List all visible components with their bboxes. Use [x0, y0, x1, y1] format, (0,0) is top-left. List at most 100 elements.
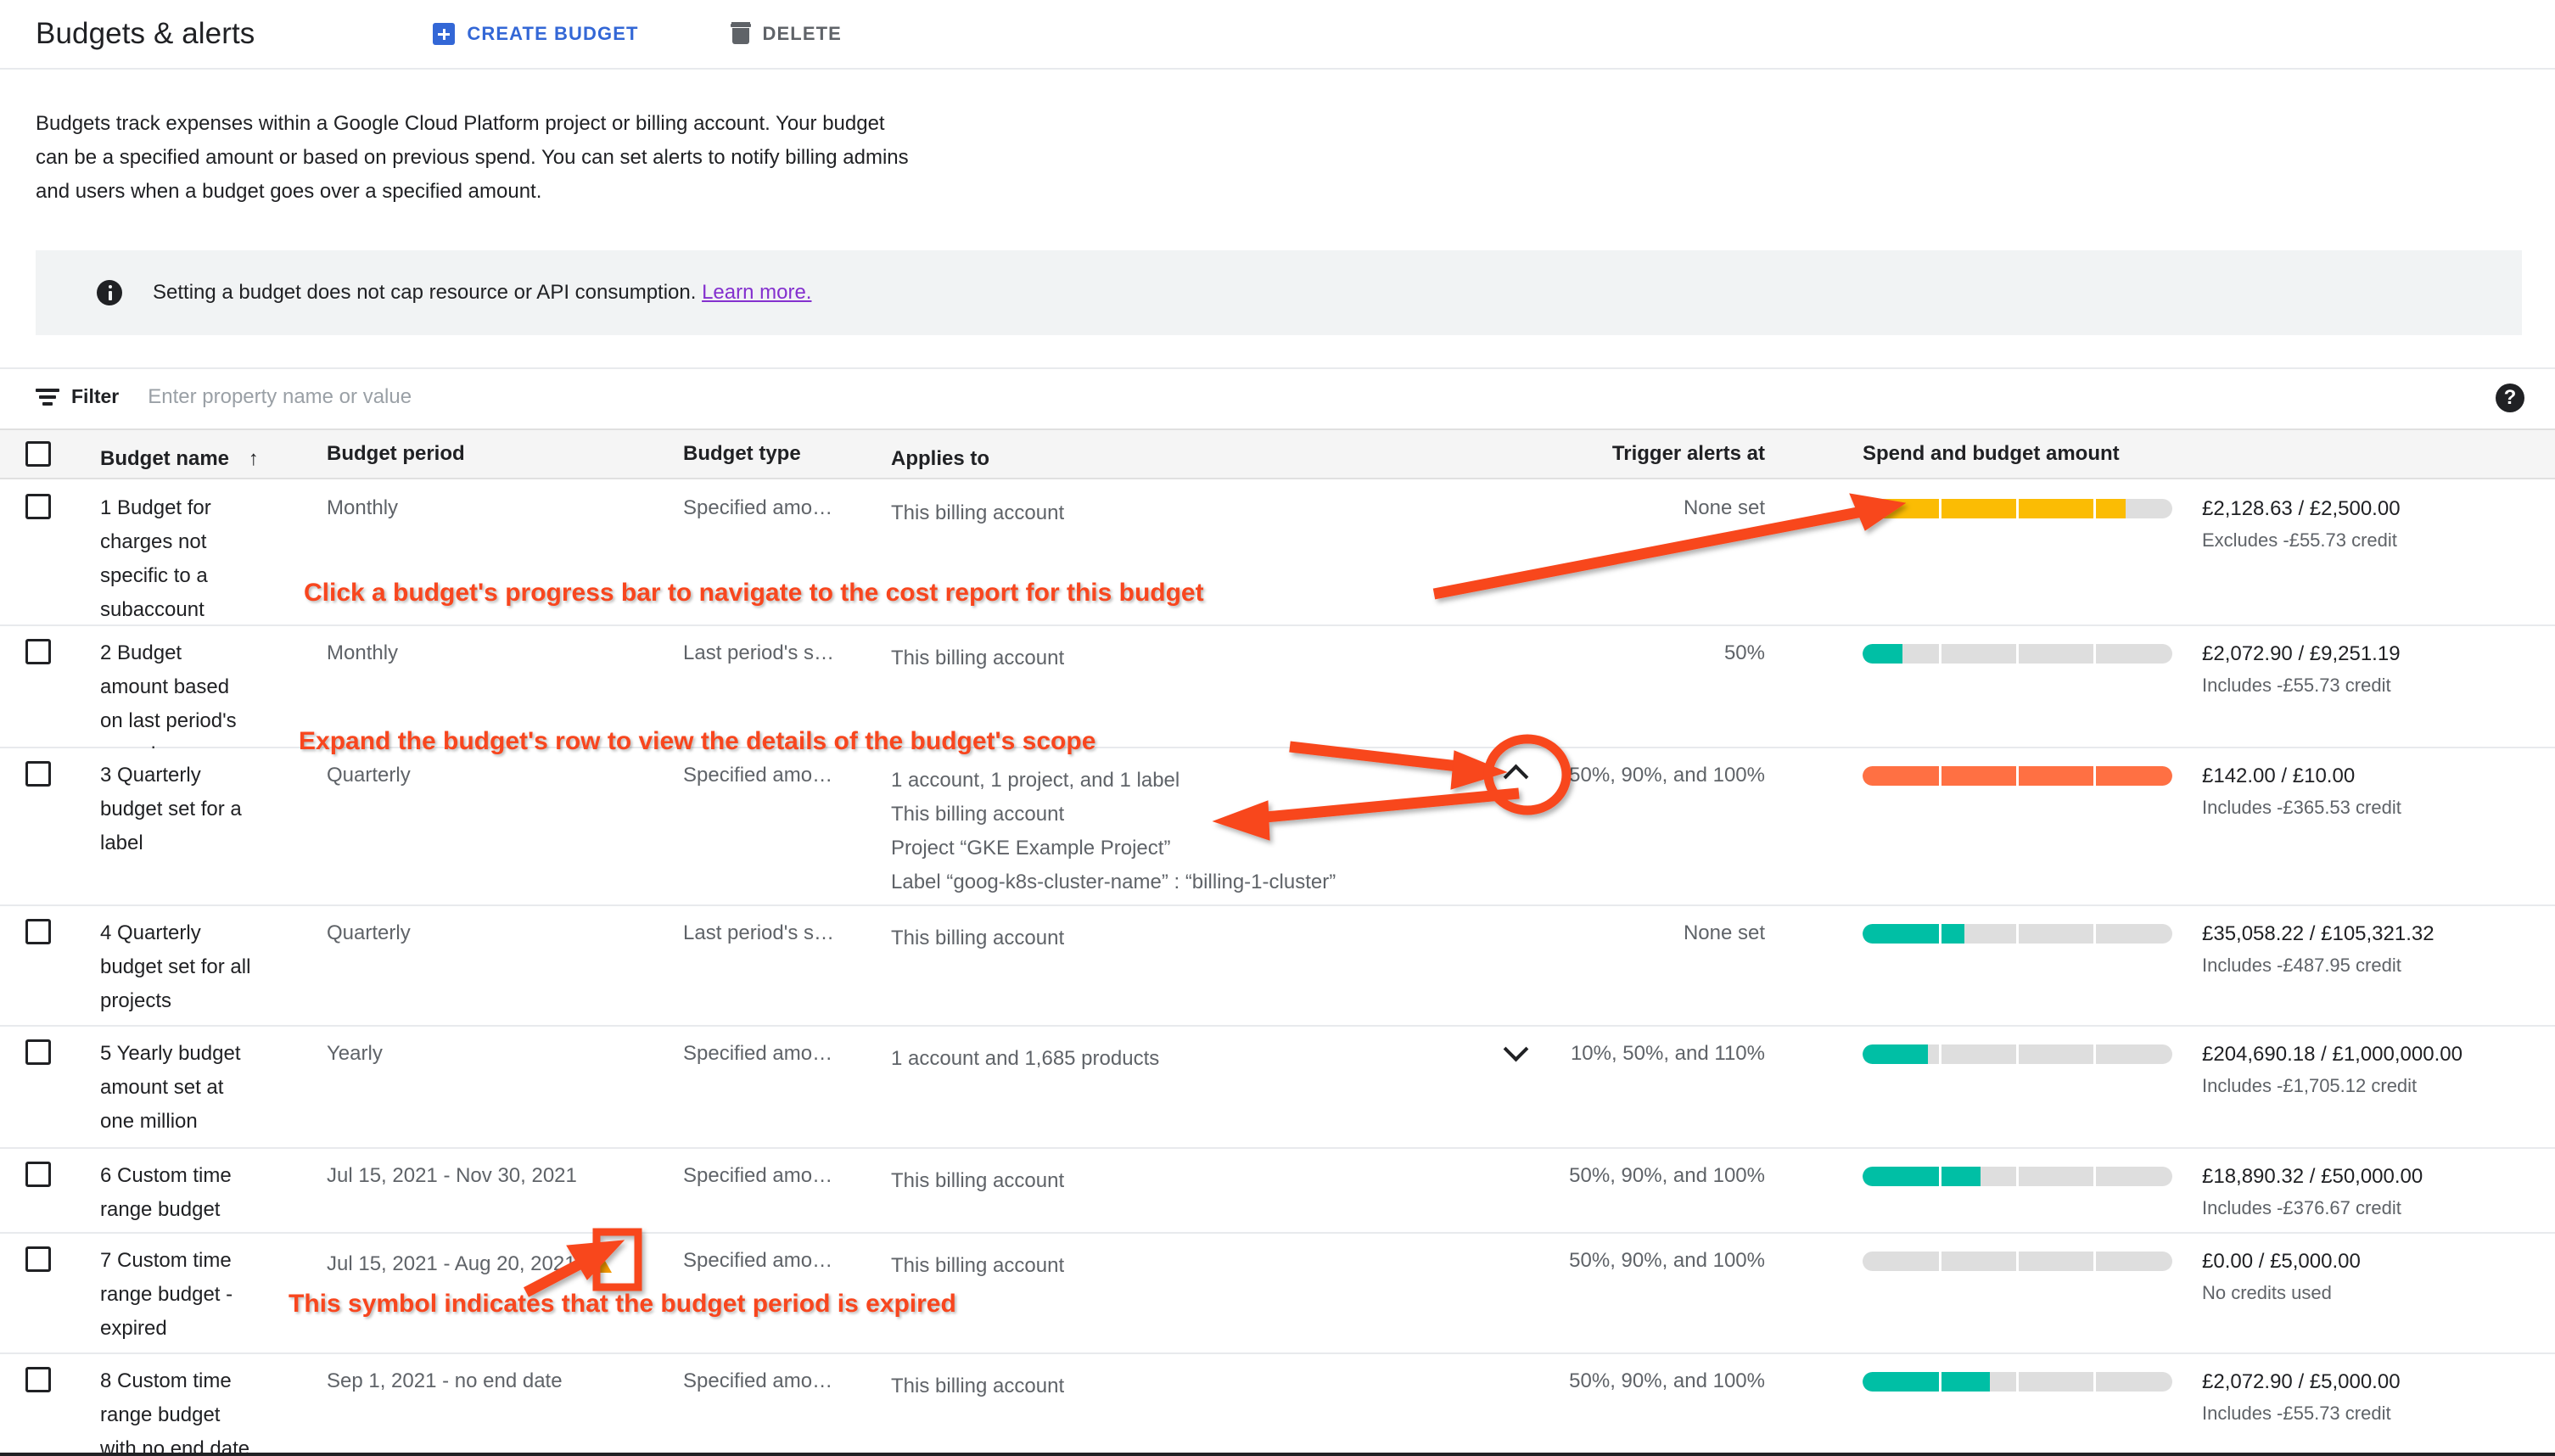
progress-bar-tick	[2093, 1252, 2097, 1271]
spend-progress-bar[interactable]	[1863, 766, 2172, 786]
amount-value: £2,128.63 / £2,500.00	[2202, 497, 2401, 520]
spend-progress-bar[interactable]	[1863, 644, 2172, 664]
column-header-applies-to[interactable]: Applies to	[891, 442, 1434, 476]
budget-period: Quarterly	[327, 921, 649, 945]
column-header-budget-name[interactable]: Budget name ↑	[100, 442, 321, 476]
table-row[interactable]: 3 Quarterly budget set for a label Quarte…	[0, 748, 2555, 906]
row-checkbox-cell	[25, 639, 51, 664]
progress-bar-cell	[1863, 1167, 2172, 1186]
trigger-alerts-at: None set	[1683, 496, 1765, 519]
spend-progress-bar[interactable]	[1863, 499, 2172, 518]
budget-name[interactable]: 8 Custom time range budget with no end d…	[100, 1364, 251, 1456]
applies-to-line: 1 account and 1,685 products	[891, 1047, 1160, 1070]
header-actions: CREATE BUDGET DELETE	[421, 18, 854, 50]
budgets-and-alerts-page: Budgets & alerts CREATE BUDGET DELETE Bu…	[0, 0, 2555, 1456]
applies-to-line: Project “GKE Example Project”	[891, 837, 1171, 860]
spend-and-budget-amount: £2,072.90 / £5,000.00 Includes -£55.73 cr…	[2202, 1366, 2541, 1429]
info-banner-text: Setting a budget does not cap resource o…	[153, 281, 811, 305]
budget-period: Monthly	[327, 496, 649, 520]
budget-period-label: Jul 15, 2021 - Nov 30, 2021	[327, 1164, 577, 1187]
applies-to-line: This billing account	[891, 647, 1065, 669]
amount-value: £2,072.90 / £5,000.00	[2202, 1370, 2401, 1393]
applies-to-line: 1 account, 1 project, and 1 label	[891, 769, 1180, 792]
applies-to-line: This billing account	[891, 1254, 1065, 1277]
table-row[interactable]: 8 Custom time range budget with no end d…	[0, 1354, 2555, 1456]
progress-bar-tick	[2093, 1167, 2097, 1186]
row-checkbox[interactable]	[25, 1246, 51, 1272]
progress-bar-tick	[1938, 1044, 1941, 1064]
applies-to: This billing account	[891, 641, 1434, 675]
budget-name[interactable]: 4 Quarterly budget set for all projects	[100, 916, 251, 1018]
applies-to: This billing account	[891, 921, 1434, 955]
filter-input[interactable]	[146, 384, 1504, 410]
budget-name[interactable]: 6 Custom time range budget	[100, 1159, 251, 1227]
applies-to-line: This billing account	[891, 927, 1065, 949]
amount-value: £142.00 / £10.00	[2202, 764, 2356, 787]
row-checkbox-cell	[25, 1162, 51, 1187]
table-row[interactable]: 1 Budget for charges not specific to a s…	[0, 481, 2555, 626]
progress-bar-cell	[1863, 644, 2172, 664]
row-checkbox-cell	[25, 1367, 51, 1392]
table-row[interactable]: 6 Custom time range budget Jul 15, 2021 -…	[0, 1149, 2555, 1234]
row-checkbox[interactable]	[25, 761, 51, 787]
progress-bar-tick	[2093, 1372, 2097, 1392]
progress-bar-tick	[2016, 766, 2019, 786]
filter-icon[interactable]	[36, 388, 59, 406]
column-header-budget-type[interactable]: Budget type	[683, 442, 878, 466]
budget-period-label: Monthly	[327, 496, 399, 519]
budget-period: Quarterly	[327, 764, 649, 787]
progress-bar-tick	[1938, 1167, 1941, 1186]
column-header-budget-name-label: Budget name	[100, 447, 230, 470]
spend-and-budget-amount: £204,690.18 / £1,000,000.00 Includes -£1,…	[2202, 1039, 2541, 1101]
row-checkbox[interactable]	[25, 1367, 51, 1392]
delete-button[interactable]: DELETE	[719, 18, 854, 50]
row-checkbox[interactable]	[25, 1039, 51, 1065]
column-header-budget-period[interactable]: Budget period	[327, 442, 649, 466]
budget-name[interactable]: 5 Yearly budget amount set at one millio…	[100, 1037, 251, 1139]
progress-bar-cell	[1863, 766, 2172, 786]
row-checkbox[interactable]	[25, 919, 51, 944]
progress-bar-tick	[2016, 1252, 2019, 1271]
column-header-spend-and-budget-amount[interactable]: Spend and budget amount	[1863, 442, 2120, 466]
spend-progress-bar[interactable]	[1863, 1044, 2172, 1064]
spend-and-budget-amount: £2,128.63 / £2,500.00 Excludes -£55.73 cr…	[2202, 493, 2541, 556]
spend-progress-bar[interactable]	[1863, 1252, 2172, 1271]
progress-bar-fill	[1863, 1044, 1928, 1064]
amount-value: £18,890.32 / £50,000.00	[2202, 1165, 2423, 1188]
help-icon[interactable]: ?	[2496, 384, 2524, 412]
filter-label: Filter	[71, 385, 120, 407]
table-row[interactable]: 2 Budget amount based on last period's s…	[0, 626, 2555, 766]
row-checkbox[interactable]	[25, 639, 51, 664]
budget-name[interactable]: 3 Quarterly budget set for a label	[100, 759, 251, 860]
budget-type: Specified amo…	[683, 496, 833, 519]
column-header-trigger-alerts-at[interactable]: Trigger alerts at	[1443, 442, 1765, 466]
applies-to: This billing account	[891, 1369, 1434, 1403]
create-budget-button[interactable]: CREATE BUDGET	[421, 18, 650, 50]
row-checkbox[interactable]	[25, 1162, 51, 1187]
spend-progress-bar[interactable]	[1863, 924, 2172, 944]
progress-bar-tick	[2016, 499, 2019, 518]
budget-period: Yearly	[327, 1042, 649, 1066]
spend-and-budget-amount: £2,072.90 / £9,251.19 Includes -£55.73 cr…	[2202, 638, 2541, 701]
budget-name[interactable]: 1 Budget for charges not specific to a s…	[100, 491, 251, 627]
trigger-alerts-at: 50%	[1723, 641, 1765, 664]
table-header: Budget name ↑ Budget period Budget type …	[0, 428, 2555, 479]
info-icon	[97, 280, 122, 305]
spend-progress-bar[interactable]	[1863, 1372, 2172, 1392]
learn-more-link[interactable]: Learn more.	[702, 281, 811, 304]
table-row[interactable]: 7 Custom time range budget - expired Jul …	[0, 1234, 2555, 1354]
row-checkbox-cell	[25, 919, 51, 944]
table-row[interactable]: 4 Quarterly budget set for all projects Q…	[0, 906, 2555, 1027]
row-checkbox[interactable]	[25, 494, 51, 519]
amount-value: £204,690.18 / £1,000,000.00	[2202, 1043, 2463, 1066]
applies-to-line: Label “goog-k8s-cluster-name” : “billing…	[891, 871, 1336, 893]
budget-period-label: Quarterly	[327, 921, 411, 944]
budget-name[interactable]: 7 Custom time range budget - expired	[100, 1244, 251, 1346]
progress-bar-tick	[2093, 644, 2097, 664]
progress-bar-cell	[1863, 1372, 2172, 1392]
credit-note: Includes -£1,705.12 credit	[2202, 1075, 2418, 1096]
spend-progress-bar[interactable]	[1863, 1167, 2172, 1186]
table-row[interactable]: 5 Yearly budget amount set at one millio…	[0, 1027, 2555, 1149]
select-all-checkbox[interactable]	[25, 441, 51, 467]
applies-to: This billing account	[891, 496, 1434, 530]
